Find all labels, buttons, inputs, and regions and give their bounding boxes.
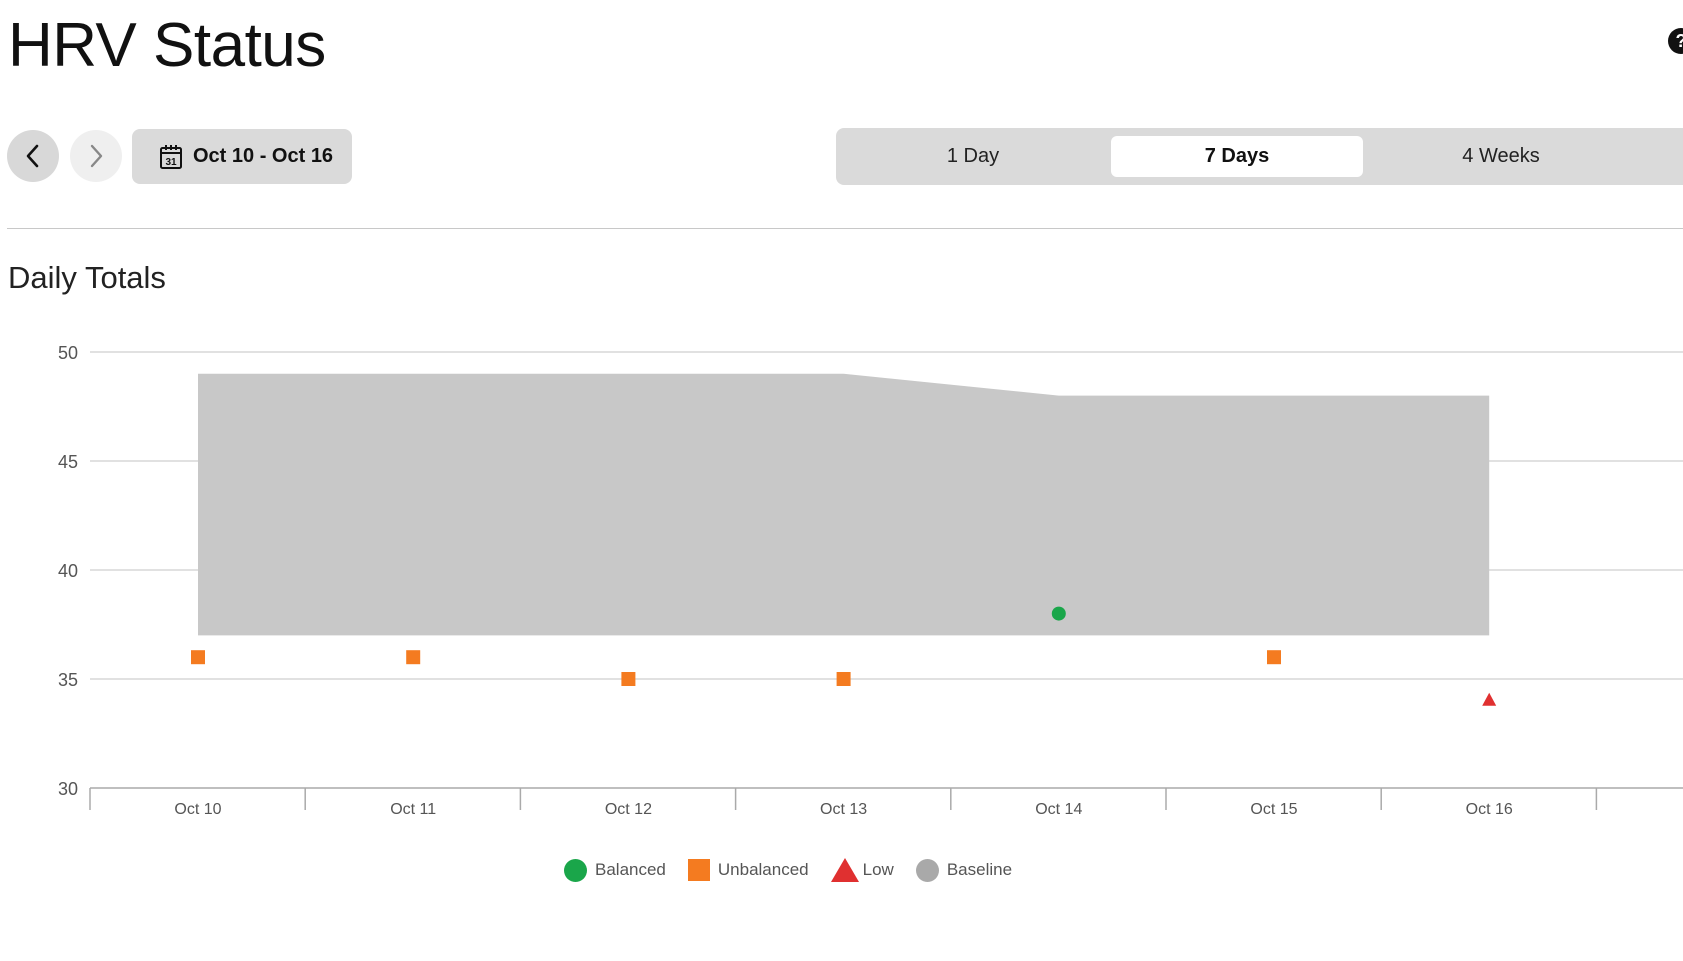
y-tick-label-40: 40 <box>58 561 78 581</box>
legend-label-baseline: Baseline <box>946 860 1013 879</box>
x-tick-label: Oct 15 <box>1250 801 1297 818</box>
y-tick-label-50: 50 <box>58 343 78 363</box>
tab-1-day[interactable]: 1 Day <box>848 136 1098 177</box>
page-title: HRV Status <box>8 11 326 80</box>
legend-swatch-low <box>830 858 859 882</box>
baseline-band <box>198 373 1490 636</box>
data-point-unbalanced <box>406 650 421 665</box>
date-range-button[interactable]: 31 Oct 10 - Oct 16 <box>132 129 352 184</box>
x-tick-label: Oct 13 <box>820 801 867 818</box>
chevron-right-icon <box>90 144 103 168</box>
tab-7-days[interactable]: 7 Days <box>1111 136 1363 177</box>
data-point-unbalanced <box>191 650 205 665</box>
next-period-button[interactable] <box>70 130 122 182</box>
legend-label-low: Low <box>862 860 894 879</box>
y-tick-label-45: 45 <box>58 452 78 472</box>
legend-label-balanced: Balanced <box>595 860 666 879</box>
data-point-unbalanced <box>621 672 636 686</box>
legend-item-low[interactable]: Low <box>830 858 894 882</box>
divider <box>7 228 1683 229</box>
previous-period-button[interactable] <box>7 130 59 182</box>
y-tick-label-30: 30 <box>58 779 78 799</box>
legend-item-unbalanced[interactable]: Unbalanced <box>687 859 809 881</box>
period-selector: 1 Day 7 Days 4 Weeks <box>836 128 1683 185</box>
data-point-unbalanced <box>836 672 851 686</box>
calendar-icon: 31 <box>160 144 182 169</box>
chart-legend: Balanced Unbalanced Low Baseline <box>564 858 1034 882</box>
tab-4-weeks[interactable]: 4 Weeks <box>1376 136 1626 177</box>
legend-item-baseline[interactable]: Baseline <box>915 858 1013 882</box>
data-point-balanced <box>1051 606 1066 621</box>
hrv-chart: 50 45 40 35 30 Oct 10 Oct 11 Oct 12 Oct 13 Oct 1… <box>58 343 1683 818</box>
x-tick-label: Oct 11 <box>390 801 436 818</box>
data-point-unbalanced <box>1267 650 1281 665</box>
legend-item-balanced[interactable]: Balanced <box>564 858 666 882</box>
legend-swatch-baseline <box>915 858 939 882</box>
help-icon[interactable]: ? <box>1668 28 1683 54</box>
x-tick-label: Oct 14 <box>1035 801 1082 818</box>
legend-swatch-balanced <box>564 858 587 882</box>
x-tick-label: Oct 16 <box>1466 801 1513 818</box>
x-tick-label: Oct 12 <box>605 801 652 818</box>
chevron-left-icon <box>26 144 39 168</box>
legend-label-unbalanced: Unbalanced <box>717 860 809 879</box>
calendar-icon-day: 31 <box>165 157 177 168</box>
y-tick-label-35: 35 <box>58 670 78 690</box>
date-range-label: Oct 10 - Oct 16 <box>193 145 334 167</box>
x-tick-label: Oct 10 <box>174 801 221 818</box>
data-point-low <box>1482 692 1497 706</box>
legend-swatch-unbalanced <box>687 859 710 881</box>
section-title: Daily Totals <box>8 260 166 295</box>
